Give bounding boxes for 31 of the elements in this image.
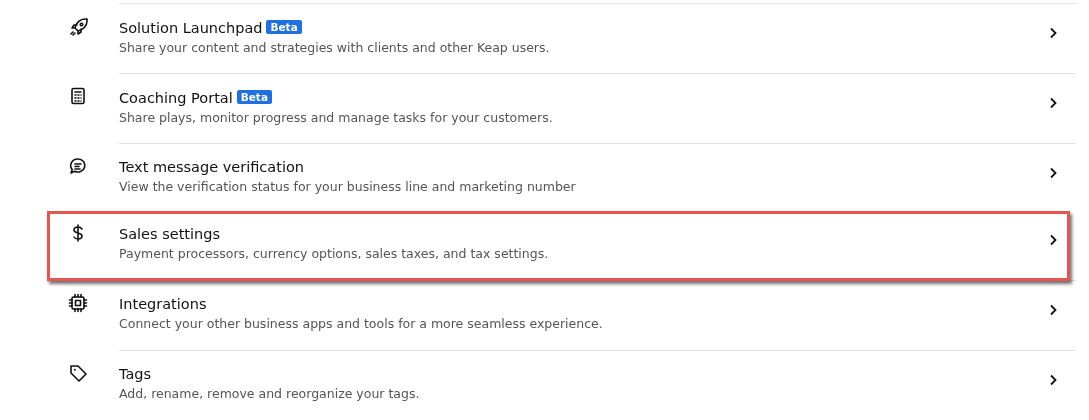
settings-row[interactable]: Coaching Portal $^{Beta}$ Share plays, monitor progress and manage tasks for your customers. (47, 74, 1076, 143)
chevron-right-icon (1048, 373, 1058, 387)
setting-description: Connect your other business apps and tools for a more seamless experience. (119, 315, 603, 333)
beta-badge: Beta (266, 20, 302, 34)
setting-title: Integrations (119, 296, 207, 312)
setting-description: View the verification status for your business line and marketing number (119, 178, 576, 196)
setting-title: Tags (119, 366, 152, 382)
setting-description: Payment processors, currency options, sales taxes, and tax settings. (119, 245, 549, 263)
setting-title: Sales settings (119, 226, 221, 242)
setting-description: Share plays, monitor progress and manage tasks for your customers. (119, 109, 553, 127)
chip-icon (68, 293, 88, 313)
settings-row[interactable]: Text message verification View the verification status for your business line and marketing number (47, 144, 1076, 213)
tag-icon (68, 363, 88, 383)
rocket-icon (68, 16, 88, 36)
settings-row[interactable]: Integrations Connect your other business apps and tools for a more seamless experience. (47, 281, 1076, 350)
chevron-right-icon (1048, 166, 1058, 180)
chat-icon (68, 156, 88, 176)
document-icon (68, 86, 88, 106)
setting-title: Solution Launchpad (119, 20, 263, 36)
setting-description: Share your content and strategies with clients and other Keap users. (119, 39, 550, 57)
beta-badge: Beta (236, 90, 272, 104)
settings-row[interactable]: Solution Launchpad $^{Beta}$ Share your content and strategies with clients and other Keap users. (47, 4, 1076, 73)
setting-title: Coaching Portal (119, 90, 233, 106)
setting-description: Add, rename, remove and reorganize your tags. (119, 385, 420, 403)
chevron-right-icon (1048, 26, 1058, 40)
settings-row[interactable]: Tags Add, rename, remove and reorganize your tags. (47, 351, 1076, 420)
chevron-right-icon (1048, 303, 1058, 317)
setting-title: Text message verification (119, 159, 304, 175)
settings-row[interactable]: Sales settings Payment processors, currency options, sales taxes, and tax settings. (47, 211, 1070, 281)
chevron-right-icon (1048, 233, 1058, 247)
chevron-right-icon (1048, 96, 1058, 110)
